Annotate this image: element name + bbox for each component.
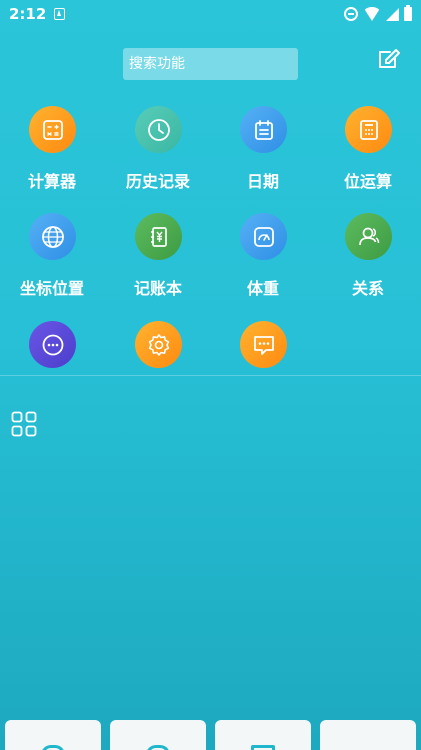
- apps-grid-icon[interactable]: [11, 411, 37, 437]
- search-input[interactable]: 搜索功能: [123, 48, 298, 80]
- person-icon: [345, 213, 392, 260]
- grid-item-bitwise[interactable]: 位运算: [318, 106, 418, 206]
- more-icon: [29, 321, 76, 368]
- wifi-icon: [363, 7, 381, 21]
- bottom-tab-1[interactable]: [5, 720, 101, 750]
- calendar-icon: [240, 106, 287, 153]
- grid-label-history: 历史记录: [125, 172, 190, 191]
- app-notification-icon: [54, 8, 65, 20]
- app-screen: 2:12 搜索功能 计算器 历史记录 日期 位运算 坐标位置 记账本 体重 关系: [0, 0, 421, 750]
- grid-label-bitwise: 位运算: [343, 172, 392, 191]
- globe-icon: [29, 213, 76, 260]
- message-icon: [240, 321, 287, 368]
- settings-icon: [135, 321, 182, 368]
- grid-label-coordinates: 坐标位置: [19, 279, 84, 298]
- tab-icon: [41, 745, 65, 750]
- grid-label-relation: 关系: [351, 279, 384, 298]
- panel-divider: [0, 375, 421, 376]
- grid-item-relation[interactable]: 关系: [318, 213, 418, 313]
- clock-icon: [135, 106, 182, 153]
- battery-icon: [404, 5, 412, 21]
- grid-item-date[interactable]: 日期: [213, 106, 313, 206]
- do-not-disturb-icon: [344, 7, 358, 21]
- grid-label-weight: 体重: [246, 279, 279, 298]
- calculator-icon: [29, 106, 76, 153]
- calculator-grid-icon: [345, 106, 392, 153]
- status-icons: [344, 5, 412, 22]
- bottom-tab-3[interactable]: [215, 720, 311, 750]
- bottom-tab-2[interactable]: [110, 720, 206, 750]
- grid-label-ledger: 记账本: [133, 279, 182, 298]
- grid-item-feedback[interactable]: [213, 321, 313, 421]
- grid-item-settings[interactable]: [108, 321, 208, 421]
- tab-icon: [146, 745, 170, 750]
- cell-signal-icon: [386, 7, 399, 21]
- status-bar: 2:12: [0, 0, 421, 28]
- grid-item-more[interactable]: [2, 321, 102, 421]
- scale-icon: [240, 213, 287, 260]
- grid-item-weight[interactable]: 体重: [213, 213, 313, 313]
- edit-icon[interactable]: [377, 48, 401, 70]
- grid-label-calculator: 计算器: [27, 172, 76, 191]
- status-time: 2:12: [9, 5, 47, 23]
- bottom-tab-4[interactable]: [320, 720, 416, 750]
- grid-item-history[interactable]: 历史记录: [108, 106, 208, 206]
- grid-item-coordinates[interactable]: 坐标位置: [2, 213, 102, 313]
- grid-item-ledger[interactable]: 记账本: [108, 213, 208, 313]
- grid-item-calculator[interactable]: 计算器: [2, 106, 102, 206]
- tab-icon: [251, 745, 275, 750]
- ledger-icon: [135, 213, 182, 260]
- grid-label-date: 日期: [246, 172, 279, 191]
